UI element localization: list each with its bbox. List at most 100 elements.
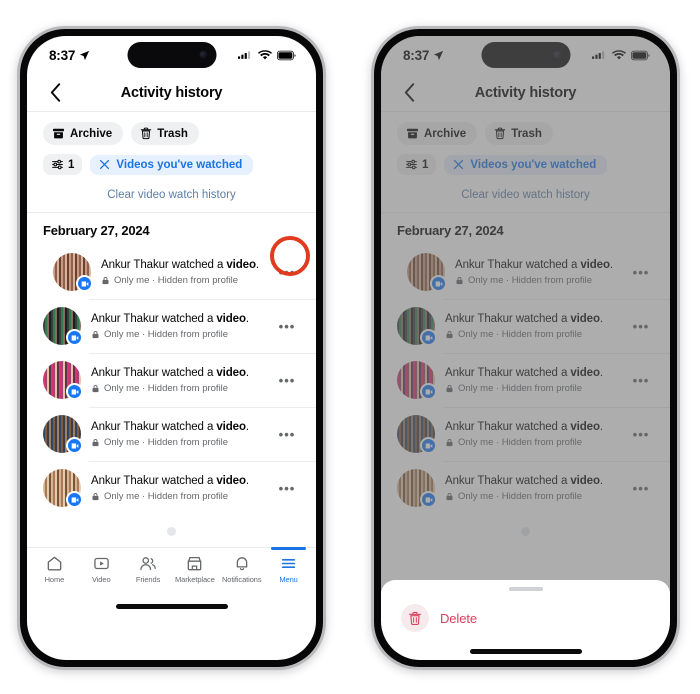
video-badge-icon [66, 437, 83, 454]
chip-archive-label: Archive [70, 127, 113, 140]
tab-video[interactable]: Video [78, 555, 125, 584]
phone-screen-left: 8:37 Activity history Archive Trash 1 Vi… [27, 36, 316, 660]
nav-bar: Activity history [27, 74, 316, 112]
tab-notifications-label: Notifications [221, 575, 262, 584]
row-title-suffix: . [245, 312, 249, 325]
row-meta: Only me · Hidden from profile [91, 437, 262, 448]
home-indicator-area [27, 595, 316, 617]
status-time: 8:37 [49, 47, 76, 63]
archive-box-icon [53, 128, 64, 139]
thumbnail [43, 469, 83, 508]
phone-bezel: 8:37 [374, 29, 677, 667]
row-meta: Only me · Hidden from profile [91, 491, 262, 502]
row-more-button[interactable]: ••• [272, 473, 302, 503]
tab-notifications[interactable]: Notifications [218, 555, 265, 584]
phone-screen-right: 8:37 [381, 36, 670, 660]
delete-icon-circle [401, 604, 429, 632]
row-title: Ankur Thakur watched a video. [91, 366, 262, 382]
trash-can-icon [409, 611, 421, 625]
row-meta: Only me · Hidden from profile [91, 383, 262, 394]
friends-people-icon [140, 557, 156, 571]
video-badge-icon [66, 383, 83, 400]
row-separator [89, 353, 316, 354]
filter-pill-videos-watched[interactable]: Videos you've watched [90, 154, 254, 175]
filter-count-button[interactable]: 1 [43, 154, 83, 175]
chip-trash[interactable]: Trash [131, 122, 199, 145]
tab-friends[interactable]: Friends [125, 555, 172, 584]
tab-home[interactable]: Home [31, 555, 78, 584]
dynamic-island [127, 42, 216, 68]
home-indicator-area [381, 649, 670, 654]
row-content: Ankur Thakur watched a video. Only me · … [101, 258, 262, 287]
row-meta: Only me · Hidden from profile [101, 275, 262, 286]
wifi-icon [258, 49, 272, 60]
row-separator [89, 299, 316, 300]
home-indicator[interactable] [469, 649, 582, 654]
back-button[interactable] [43, 81, 67, 105]
table-row[interactable]: Ankur Thakur watched a video. Only me · … [27, 245, 316, 299]
modal-dim-overlay[interactable] [381, 36, 670, 660]
status-bar-time-group: 8:37 [49, 48, 90, 63]
tab-video-label: Video [91, 575, 111, 584]
tab-marketplace-label: Marketplace [175, 575, 215, 584]
action-sheet: Delete [381, 580, 670, 660]
table-row[interactable]: Ankur Thakur watched a video. Only me · … [27, 461, 316, 515]
phone-right: 8:37 [371, 26, 680, 670]
phone-left: 8:37 Activity history Archive Trash 1 Vi… [17, 26, 326, 670]
filter-chips-row: Archive Trash [27, 112, 316, 152]
row-content: Ankur Thakur watched a video. Only me · … [91, 420, 262, 449]
filter-pill-label: Videos you've watched [116, 158, 243, 171]
cellular-signal-icon [238, 50, 251, 59]
phone-bezel: 8:37 [20, 29, 323, 667]
tab-marketplace[interactable]: Marketplace [171, 555, 218, 584]
active-tab-indicator [270, 547, 307, 550]
hamburger-menu-icon [281, 559, 296, 568]
table-row[interactable]: Ankur Thakur watched a video. Only me · … [27, 353, 316, 407]
row-content: Ankur Thakur watched a video. Only me · … [91, 312, 262, 341]
row-title-prefix: Ankur Thakur watched a [91, 312, 217, 325]
row-meta-text: Only me · Hidden from profile [114, 275, 239, 287]
status-bar-icons [238, 49, 296, 61]
row-title-prefix: Ankur Thakur watched a [91, 366, 217, 379]
home-indicator[interactable] [115, 603, 228, 609]
home-icon [47, 556, 62, 571]
filter-count-value: 1 [68, 158, 75, 171]
table-row[interactable]: Ankur Thakur watched a video. Only me · … [27, 407, 316, 461]
marketplace-storefront-icon [188, 556, 202, 571]
row-meta-text: Only me · Hidden from profile [104, 383, 229, 395]
row-more-button[interactable]: ••• [272, 419, 302, 449]
row-title: Ankur Thakur watched a video. [91, 474, 262, 490]
thumbnail [43, 361, 83, 400]
video-play-glyph [81, 280, 88, 287]
row-title-suffix: . [245, 474, 249, 487]
row-title: Ankur Thakur watched a video. [91, 312, 262, 328]
lock-icon [92, 493, 99, 501]
chip-archive[interactable]: Archive [43, 122, 124, 145]
lock-icon [92, 331, 99, 339]
row-meta-text: Only me · Hidden from profile [104, 491, 229, 503]
delete-action-button[interactable]: Delete [381, 591, 670, 632]
tab-home-label: Home [44, 575, 65, 584]
tab-menu-label: Menu [279, 575, 298, 584]
activity-list: Ankur Thakur watched a video. Only me · … [27, 245, 316, 515]
video-badge-icon [76, 275, 93, 292]
thumbnail [43, 307, 83, 346]
tab-menu[interactable]: Menu [265, 547, 312, 584]
row-more-button[interactable]: ••• [272, 365, 302, 395]
screenshot-canvas: 8:37 Activity history Archive Trash 1 Vi… [0, 0, 700, 694]
bottom-tab-bar: Home Video Friends Marketplace Notificat… [27, 547, 316, 595]
video-play-glyph [71, 442, 78, 449]
table-row[interactable]: Ankur Thakur watched a video. Only me · … [27, 299, 316, 353]
row-meta-text: Only me · Hidden from profile [104, 329, 229, 341]
video-play-glyph [71, 334, 78, 341]
thumbnail [53, 253, 93, 292]
clear-video-watch-history-link[interactable]: Clear video watch history [107, 189, 235, 201]
row-title-prefix: Ankur Thakur watched a [101, 258, 227, 271]
row-title-prefix: Ankur Thakur watched a [91, 474, 217, 487]
row-more-button[interactable]: ••• [272, 311, 302, 341]
row-more-button[interactable]: ••• [272, 257, 302, 287]
lock-icon [102, 277, 109, 285]
chevron-left-icon [50, 83, 60, 102]
thumbnail [43, 415, 83, 454]
video-play-icon [94, 557, 109, 570]
